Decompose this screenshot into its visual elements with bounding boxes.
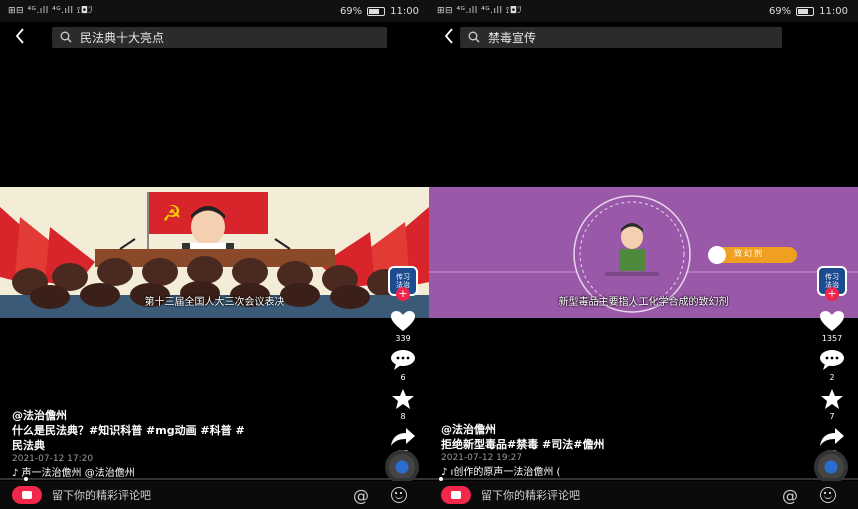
chevron-left-icon bbox=[444, 28, 453, 44]
comment-count: 6 bbox=[400, 373, 406, 382]
like-button[interactable]: 339 bbox=[390, 310, 416, 343]
back-button[interactable] bbox=[0, 27, 40, 47]
author-avatar[interactable]: 传习法治 + bbox=[388, 266, 418, 301]
video-caption: 新型毒品主要指人工化学合成的致幻剂 bbox=[558, 297, 729, 308]
video-description: 拒绝新型毒品#禁毒 #司法#儋州 bbox=[441, 438, 605, 451]
favorite-button[interactable]: 7 bbox=[820, 388, 844, 421]
favorite-count: 8 bbox=[400, 412, 406, 421]
video-caption: 第十三届全国人大三次会议表决 bbox=[144, 297, 285, 308]
progress-bar[interactable] bbox=[429, 477, 858, 481]
video-description: 什么是民法典？#知识科普 #mg动画 #科普 # bbox=[12, 424, 245, 437]
search-icon bbox=[60, 31, 72, 43]
camera-icon[interactable] bbox=[12, 486, 42, 504]
like-count: 1357 bbox=[821, 334, 843, 343]
search-query: 禁毒宣传 bbox=[488, 30, 537, 45]
chevron-left-icon bbox=[15, 28, 24, 44]
comment-bar[interactable]: 留下你的精彩评论吧 @ bbox=[0, 481, 429, 509]
svg-text:☭: ☭ bbox=[162, 202, 182, 227]
search-input[interactable]: 民法典十大亮点 bbox=[52, 26, 387, 48]
emoji-icon[interactable] bbox=[820, 487, 836, 503]
comment-button[interactable]: 6 bbox=[390, 349, 416, 382]
video-badge: 致幻剂 bbox=[734, 249, 764, 258]
comment-placeholder[interactable]: 留下你的精彩评论吧 bbox=[481, 487, 580, 503]
comment-icon bbox=[820, 350, 844, 370]
follow-plus-icon[interactable]: + bbox=[825, 287, 839, 301]
search-query: 民法典十大亮点 bbox=[80, 30, 165, 45]
battery-percent: 69% bbox=[768, 5, 792, 17]
video-description-line2: 民法典 bbox=[12, 439, 45, 452]
star-icon bbox=[821, 389, 843, 409]
video-player[interactable]: 致幻剂 新型毒品主要指人工化学合成的致幻剂 bbox=[429, 187, 858, 318]
search-icon bbox=[468, 31, 480, 43]
right-screen: ⊞⊟ ⁴ᴳ.ıll ⁴ᴳ.ıll ⟟◘ℐ 69% 11:00 禁毒宣传 致幻剂 … bbox=[429, 0, 858, 509]
status-bar: ⊞⊟ ⁴ᴳ.ıll ⁴ᴳ.ıll ⟟◘ℐ 69% 11:00 bbox=[0, 0, 429, 22]
battery-percent: 69% bbox=[339, 5, 363, 17]
post-date: 2021-07-12 17:20 bbox=[12, 454, 94, 464]
comment-button[interactable]: 2 bbox=[819, 349, 845, 382]
comment-placeholder[interactable]: 留下你的精彩评论吧 bbox=[52, 487, 151, 503]
clock: 11:00 bbox=[819, 5, 848, 17]
star-icon bbox=[392, 389, 414, 409]
signal-indicators: ⊞⊟ ⁴ᴳ.ıll ⁴ᴳ.ıll ⟟◘ℐ bbox=[8, 6, 94, 16]
favorite-button[interactable]: 8 bbox=[391, 388, 415, 421]
signal-indicators: ⊞⊟ ⁴ᴳ.ıll ⁴ᴳ.ıll ⟟◘ℐ bbox=[437, 6, 523, 16]
author-avatar[interactable]: 传习法治 + bbox=[817, 266, 847, 301]
heart-icon bbox=[391, 311, 415, 331]
camera-icon[interactable] bbox=[441, 486, 471, 504]
author-name[interactable]: @法治儋州 bbox=[441, 422, 798, 437]
video-info: @法治儋州 拒绝新型毒品#禁毒 #司法#儋州 2021-07-12 19:27 … bbox=[441, 422, 798, 480]
clock: 11:00 bbox=[390, 5, 419, 17]
video-info: @法治儋州 什么是民法典？#知识科普 #mg动画 #科普 # 民法典 2021-… bbox=[12, 408, 369, 481]
like-button[interactable]: 1357 bbox=[819, 310, 845, 343]
favorite-count: 7 bbox=[829, 412, 835, 421]
action-rail: 传习法治 + 339 6 8 57 bbox=[383, 266, 423, 458]
at-mention-icon[interactable]: @ bbox=[353, 486, 369, 505]
emoji-icon[interactable] bbox=[391, 487, 407, 503]
post-date: 2021-07-12 19:27 bbox=[441, 453, 523, 463]
battery-icon bbox=[367, 6, 386, 16]
action-rail: 传习法治 + 1357 2 7 23 bbox=[812, 266, 852, 458]
progress-bar[interactable] bbox=[0, 477, 429, 481]
author-name[interactable]: @法治儋州 bbox=[12, 408, 369, 423]
search-input[interactable]: 禁毒宣传 bbox=[460, 26, 782, 48]
share-arrow-icon bbox=[391, 428, 415, 446]
battery-icon bbox=[796, 6, 815, 16]
comment-bar[interactable]: 留下你的精彩评论吧 @ bbox=[429, 481, 858, 509]
status-bar: ⊞⊟ ⁴ᴳ.ıll ⁴ᴳ.ıll ⟟◘ℐ 69% 11:00 bbox=[429, 0, 858, 22]
follow-plus-icon[interactable]: + bbox=[396, 287, 410, 301]
left-screen: ⊞⊟ ⁴ᴳ.ıll ⁴ᴳ.ıll ⟟◘ℐ 69% 11:00 民法典十大亮点 ☭… bbox=[0, 0, 429, 509]
comment-count: 2 bbox=[829, 373, 835, 382]
like-count: 339 bbox=[395, 334, 411, 343]
comment-icon bbox=[391, 350, 415, 370]
at-mention-icon[interactable]: @ bbox=[782, 486, 798, 505]
share-arrow-icon bbox=[820, 428, 844, 446]
heart-icon bbox=[820, 311, 844, 331]
video-player[interactable]: ☭ 第十三届全国人大三次会议表决 bbox=[0, 187, 429, 318]
